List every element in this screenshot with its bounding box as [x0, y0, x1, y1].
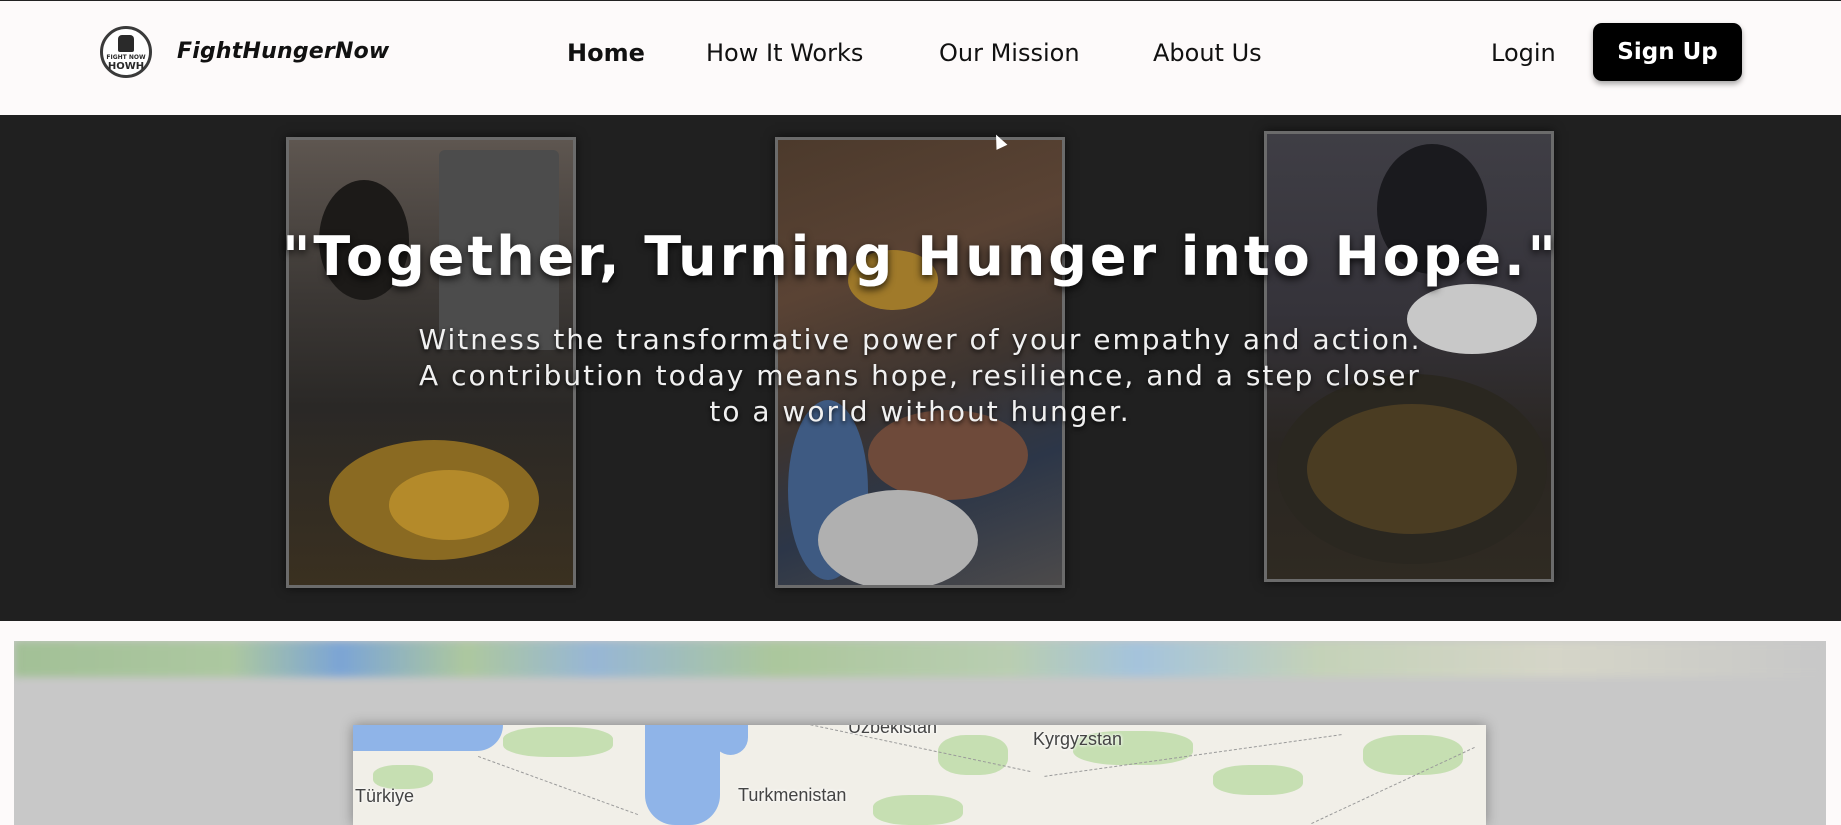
map-label-kyrgyzstan: Kyrgyzstan	[1033, 729, 1123, 749]
logo-text-bottom: HOWH	[107, 61, 145, 72]
nav-how-it-works[interactable]: How It Works	[706, 39, 863, 67]
hero-subtitle: Witness the transformative power of your…	[418, 323, 1422, 428]
hero-title: "Together, Turning Hunger into Hope."	[282, 225, 1559, 288]
nav-about-us[interactable]: About Us	[1153, 39, 1262, 67]
map-label-turkiye: Türkiye	[355, 786, 415, 806]
map-section: Uzbekistan Kyrgyzstan Türkiye Turkmenist…	[14, 641, 1826, 825]
map-label-turkmenistan: Turkmenistan	[738, 785, 847, 805]
fist-icon	[118, 35, 134, 52]
nav-our-mission[interactable]: Our Mission	[939, 39, 1080, 67]
brand-name[interactable]: FightHungerNow	[177, 39, 389, 64]
hero-section: "Together, Turning Hunger into Hope." Wi…	[0, 115, 1841, 621]
site-header: FIGHT NOW HOWH FightHungerNow Home How I…	[0, 0, 1841, 115]
nav-home[interactable]: Home	[567, 39, 645, 67]
sign-up-button[interactable]: Sign Up	[1593, 23, 1742, 81]
map-embed[interactable]: Uzbekistan Kyrgyzstan Türkiye Turkmenist…	[353, 725, 1486, 825]
login-link[interactable]: Login	[1491, 39, 1556, 67]
map-label-uzbekistan: Uzbekistan	[848, 725, 938, 737]
logo[interactable]: FIGHT NOW HOWH	[100, 26, 152, 78]
map-blurred-background	[14, 641, 1826, 677]
